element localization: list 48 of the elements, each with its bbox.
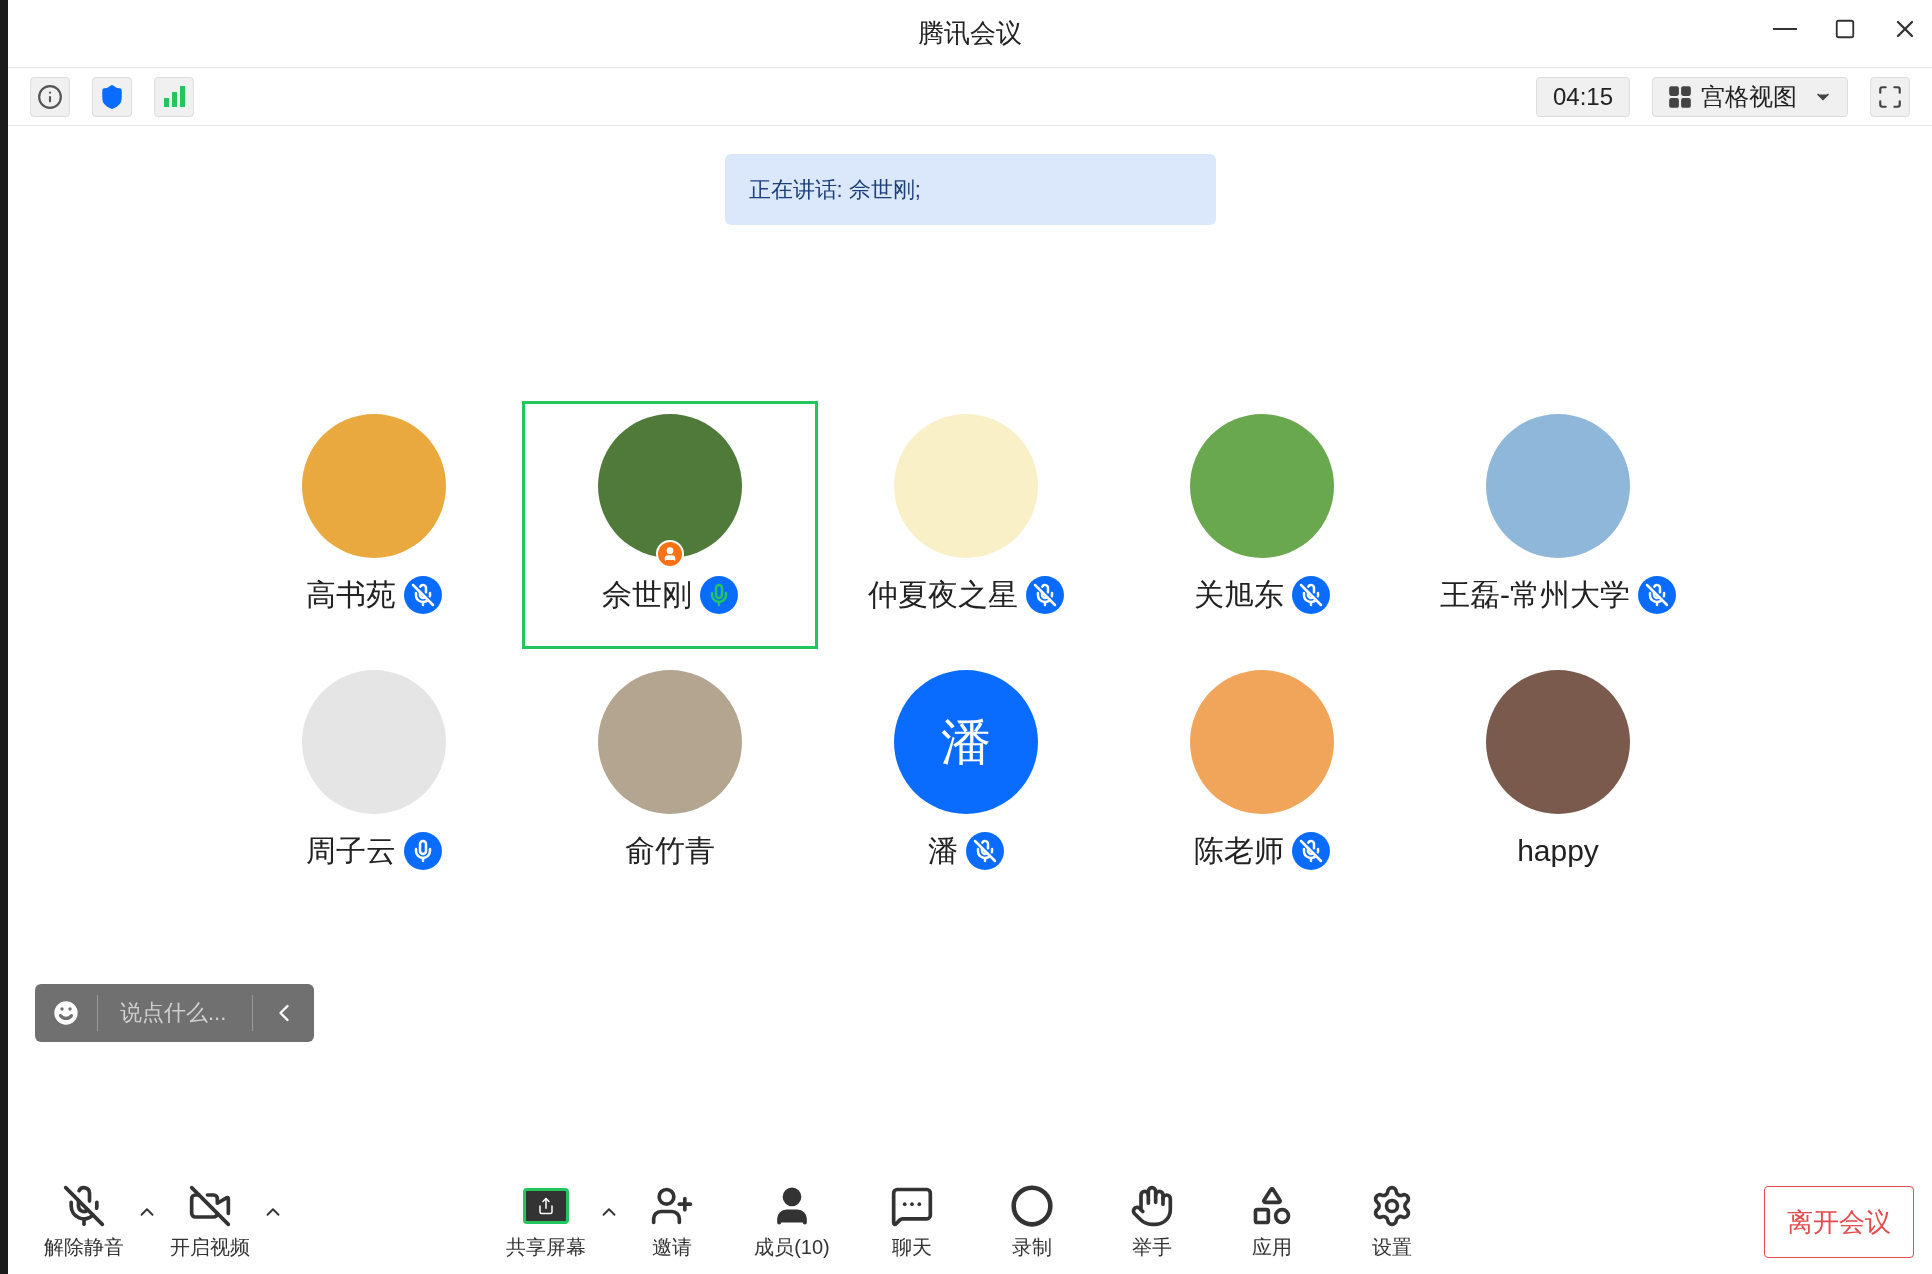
security-button[interactable] [92, 76, 132, 117]
meeting-timer: 04:15 [1535, 76, 1630, 117]
toolbar-button[interactable]: 聊天 [862, 1182, 962, 1262]
view-mode-button[interactable]: 宫格视图 [1652, 76, 1848, 117]
participant-tile[interactable]: 关旭东 [1114, 401, 1410, 649]
minimize-icon [1773, 28, 1797, 30]
toolbar-button[interactable]: 开启视频 [160, 1182, 260, 1262]
participant-name: 佘世刚 [602, 577, 692, 613]
participant-tile[interactable]: 周子云 [226, 657, 522, 905]
participant-tile-highlighted[interactable]: 佘世刚 [522, 401, 818, 649]
toolbar-button[interactable]: 成员(10) [742, 1182, 842, 1262]
participant-name: 周子云 [306, 833, 396, 869]
participant-name: 陈老师 [1194, 833, 1284, 869]
window-title: 腾讯会议 [918, 17, 1022, 50]
participant-tile[interactable]: 王磊-常州大学 [1410, 401, 1706, 649]
toolbar-button[interactable]: 设置 [1342, 1182, 1442, 1262]
participant-name: 仲夏夜之星 [868, 577, 1018, 613]
participant-tile[interactable]: happy [1410, 657, 1706, 905]
shield-icon [99, 83, 125, 110]
participant-name: 俞竹青 [625, 833, 715, 869]
participant-tile[interactable]: 潘 潘 [818, 657, 1114, 905]
speaking-banner: 正在讲话: 佘世刚; [724, 154, 1216, 225]
toolbar-button[interactable]: 举手 [1102, 1182, 1202, 1262]
toolbar-button[interactable]: 共享屏幕 [496, 1182, 596, 1262]
info-button[interactable] [30, 76, 70, 117]
toolbar-button[interactable]: 解除静音 [34, 1182, 134, 1262]
participant-name: happy [1517, 833, 1599, 869]
leave-meeting-button[interactable]: 离开会议 [1764, 1186, 1914, 1258]
toolbar-button[interactable]: 邀请 [622, 1182, 722, 1262]
participant-name: 潘 [928, 833, 958, 869]
avatar-initial: 潘 [894, 670, 1038, 814]
participant-tile[interactable]: 俞竹青 [522, 657, 818, 905]
grid-icon [1667, 83, 1693, 110]
chat-input-field[interactable]: 说点什么... [98, 984, 252, 1042]
chat-box[interactable]: 说点什么... [35, 984, 314, 1042]
participant-name: 高书苑 [306, 577, 396, 613]
participant-name: 王磊-常州大学 [1440, 577, 1630, 613]
fullscreen-icon [1877, 83, 1903, 110]
participant-tile[interactable]: 仲夏夜之星 [818, 401, 1114, 649]
participant-tile[interactable]: 陈老师 [1114, 657, 1410, 905]
participant-tile[interactable]: 高书苑 [226, 401, 522, 649]
participant-name: 关旭东 [1194, 577, 1284, 613]
fullscreen-button[interactable] [1870, 76, 1910, 117]
record-icon [1010, 1182, 1054, 1230]
info-icon [37, 83, 63, 110]
toolbar-button[interactable]: 应用 [1222, 1182, 1322, 1262]
maximize-icon [1834, 18, 1856, 40]
toolbar-button[interactable]: 录制 [982, 1182, 1082, 1262]
